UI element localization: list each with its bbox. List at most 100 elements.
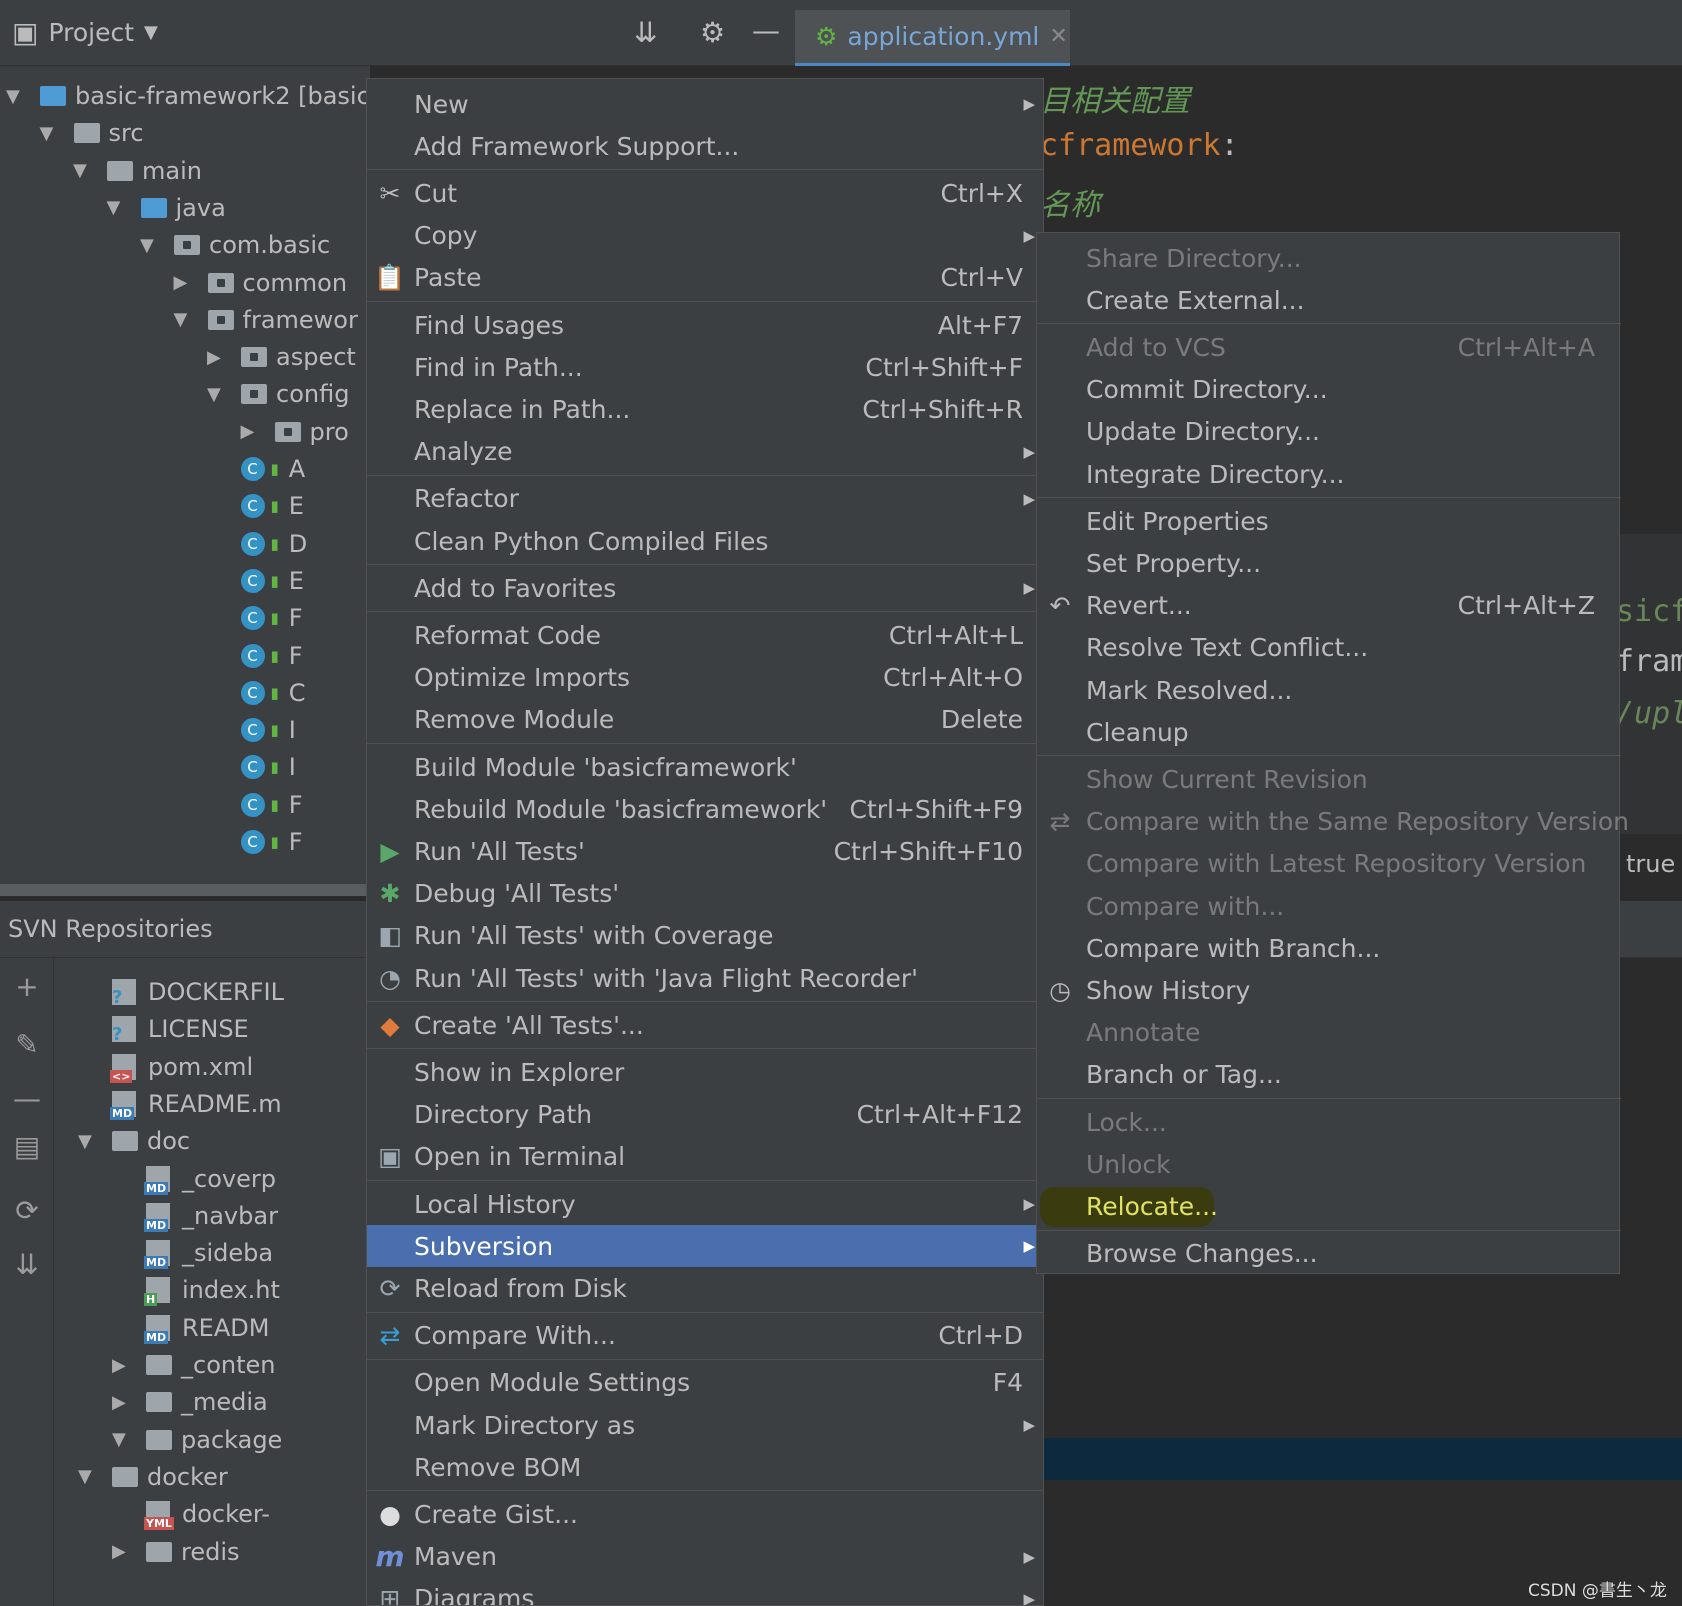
menu-item-show-in-explorer[interactable]: Show in Explorer	[367, 1051, 1043, 1093]
menu-item-cleanup[interactable]: Cleanup	[1037, 711, 1621, 753]
tree-row[interactable]: ▶ redis	[112, 1532, 240, 1572]
chevron-down-icon[interactable]: ▼	[174, 309, 194, 330]
tree-row-selected[interactable]: ▼ package	[112, 1420, 282, 1460]
tree-row[interactable]: ▼ docker	[78, 1457, 228, 1497]
menu-item-optimize-imports[interactable]: Optimize Imports Ctrl+Alt+O	[367, 657, 1043, 699]
menu-item-branch-or-tag[interactable]: Branch or Tag...	[1037, 1054, 1621, 1096]
tree-row[interactable]: ▶ pro	[241, 412, 349, 452]
tree-row[interactable]: Hindex.ht	[144, 1270, 280, 1310]
menu-item-maven[interactable]: m Maven ▶	[367, 1536, 1043, 1578]
tree-row[interactable]: ? LICENSE	[112, 1009, 249, 1049]
chevron-right-icon[interactable]: ▶	[241, 421, 261, 442]
menu-item-reformat-code[interactable]: Reformat Code Ctrl+Alt+L	[367, 614, 1043, 656]
tree-row[interactable]: C ▮ F	[240, 636, 303, 676]
menu-item-run-all-tests-with-java-flight-recorder[interactable]: ◔ Run 'All Tests' with 'Java Flight Recor…	[367, 957, 1043, 999]
tree-row[interactable]: C ▮ I	[240, 710, 296, 750]
tree-row[interactable]: YML docker-	[144, 1494, 270, 1534]
menu-item-add-framework-support[interactable]: Add Framework Support...	[367, 125, 1043, 167]
edit-icon[interactable]: ✎	[10, 1028, 44, 1061]
menu-item-clean-python-compiled-files[interactable]: Clean Python Compiled Files	[367, 520, 1043, 562]
collapse-all-icon[interactable]: ⇊	[634, 16, 657, 49]
tree-row[interactable]: C ▮ F	[240, 822, 303, 862]
chevron-down-icon[interactable]: ▼	[78, 1131, 98, 1152]
tree-row[interactable]: C ▮ E	[240, 561, 304, 601]
editor-tab-application-yml[interactable]: ⚙ application.yml ✕	[795, 10, 1070, 66]
menu-item-refactor[interactable]: Refactor ▶	[367, 478, 1043, 520]
menu-item-remove-bom[interactable]: Remove BOM	[367, 1446, 1043, 1488]
chevron-down-icon[interactable]: ▼	[40, 123, 60, 144]
tree-row[interactable]: <> pom.xml	[110, 1047, 253, 1087]
menu-item-browse-changes[interactable]: Browse Changes...	[1037, 1233, 1621, 1275]
menu-item-create-gist[interactable]: ● Create Gist...	[367, 1493, 1043, 1535]
menu-item-run-all-tests[interactable]: ▶ Run 'All Tests' Ctrl+Shift+F10	[367, 830, 1043, 872]
menu-item-mark-resolved[interactable]: Mark Resolved...	[1037, 669, 1621, 711]
menu-item-add-to-favorites[interactable]: Add to Favorites ▶	[367, 567, 1043, 609]
close-icon[interactable]: ✕	[1049, 24, 1067, 49]
menu-item-find-in-path[interactable]: Find in Path... Ctrl+Shift+F	[367, 346, 1043, 388]
tree-row[interactable]: MD README.m	[110, 1084, 282, 1124]
tree-row[interactable]: ▶ _conten	[112, 1345, 275, 1385]
tree-row[interactable]: MD _coverp	[144, 1159, 276, 1199]
menu-item-run-all-tests-with-coverage[interactable]: ◧ Run 'All Tests' with Coverage	[367, 915, 1043, 957]
chevron-right-icon[interactable]: ▶	[112, 1355, 132, 1376]
tree-row[interactable]: ▶ common	[174, 263, 348, 303]
menu-item-update-directory[interactable]: Update Directory...	[1037, 411, 1621, 453]
menu-item-local-history[interactable]: Local History ▶	[367, 1183, 1043, 1225]
chevron-down-icon[interactable]: ▼	[73, 160, 93, 181]
tree-row[interactable]: ▼ main	[73, 151, 202, 191]
details-icon[interactable]: ▤	[10, 1130, 44, 1163]
menu-item-subversion[interactable]: Subversion ▶	[367, 1225, 1043, 1268]
gear-icon[interactable]: ⚙	[700, 16, 725, 49]
menu-item-show-history[interactable]: ◷ Show History	[1037, 969, 1621, 1011]
remove-icon[interactable]: —	[10, 1082, 44, 1115]
menu-item-directory-path[interactable]: Directory Path Ctrl+Alt+F12	[367, 1094, 1043, 1136]
tree-row[interactable]: ▼ basic-framework2 [basicf	[6, 76, 370, 116]
menu-item-revert[interactable]: ↶ Revert... Ctrl+Alt+Z	[1037, 585, 1621, 627]
menu-item-compare-with[interactable]: ⇄ Compare With... Ctrl+D	[367, 1315, 1043, 1357]
tree-row[interactable]: ▼ config	[207, 374, 349, 414]
tree-row[interactable]: MD _sideba	[144, 1233, 273, 1273]
chevron-down-icon[interactable]: ▼	[112, 1429, 132, 1450]
chevron-right-icon[interactable]: ▶	[207, 347, 227, 368]
project-tree[interactable]: ▼ basic-framework2 [basicf ▼ src ▼ main ▼ java ▼…	[0, 66, 370, 888]
menu-item-paste[interactable]: 📋 Paste Ctrl+V	[367, 257, 1043, 299]
svn-tree[interactable]: ? DOCKERFIL? LICENSE <> pom.xml MD README.m ▼ do…	[54, 958, 374, 1606]
tree-row[interactable]: C ▮ E	[240, 486, 304, 526]
tree-row[interactable]: ▼ framewor	[174, 300, 358, 340]
menu-item-remove-module[interactable]: Remove Module Delete	[367, 699, 1043, 741]
menu-item-reload-from-disk[interactable]: ⟳ Reload from Disk	[367, 1267, 1043, 1309]
collapse-icon[interactable]: ⇊	[10, 1248, 44, 1281]
chevron-down-icon[interactable]: ▼	[78, 1466, 98, 1487]
menu-item-replace-in-path[interactable]: Replace in Path... Ctrl+Shift+R	[367, 388, 1043, 430]
menu-item-relocate[interactable]: Relocate...	[1037, 1185, 1621, 1228]
chevron-right-icon[interactable]: ▶	[112, 1392, 132, 1413]
menu-item-set-property[interactable]: Set Property...	[1037, 542, 1621, 584]
tree-row[interactable]: C ▮ A	[240, 449, 305, 489]
tree-row[interactable]: ▼ src	[40, 113, 144, 153]
menu-item-edit-properties[interactable]: Edit Properties	[1037, 500, 1621, 542]
chevron-right-icon[interactable]: ▶	[112, 1541, 132, 1562]
menu-item-copy[interactable]: Copy ▶	[367, 215, 1043, 257]
menu-item-diagrams[interactable]: ⊞ Diagrams ▶	[367, 1578, 1043, 1605]
tree-row[interactable]: ▼ com.basic	[140, 225, 330, 265]
menu-item-commit-directory[interactable]: Commit Directory...	[1037, 369, 1621, 411]
chevron-down-icon[interactable]: ▼	[207, 384, 227, 405]
tree-row[interactable]: C ▮ D	[240, 524, 307, 564]
menu-item-compare-with-branch[interactable]: Compare with Branch...	[1037, 927, 1621, 969]
hide-icon[interactable]: —	[752, 14, 780, 47]
menu-item-mark-directory-as[interactable]: Mark Directory as ▶	[367, 1404, 1043, 1446]
tree-row[interactable]: ? DOCKERFIL	[112, 972, 284, 1012]
tree-row[interactable]: ▼ java	[107, 188, 226, 228]
menu-item-integrate-directory[interactable]: Integrate Directory...	[1037, 453, 1621, 495]
tree-row[interactable]: ▶ _media	[112, 1382, 268, 1422]
add-icon[interactable]: +	[10, 970, 44, 1003]
tree-row[interactable]: C ▮ C	[240, 673, 306, 713]
menu-item-analyze[interactable]: Analyze ▶	[367, 431, 1043, 473]
menu-item-cut[interactable]: ✂ Cut Ctrl+X	[367, 172, 1043, 214]
tree-row[interactable]: C ▮ F	[240, 785, 303, 825]
menu-item-rebuild-module-basicframework[interactable]: Rebuild Module 'basicframework' Ctrl+Shif…	[367, 788, 1043, 830]
tree-row[interactable]: C ▮ I	[240, 747, 296, 787]
menu-item-find-usages[interactable]: Find Usages Alt+F7	[367, 304, 1043, 346]
menu-item-open-module-settings[interactable]: Open Module Settings F4	[367, 1362, 1043, 1404]
menu-item-build-module-basicframework[interactable]: Build Module 'basicframework'	[367, 746, 1043, 788]
